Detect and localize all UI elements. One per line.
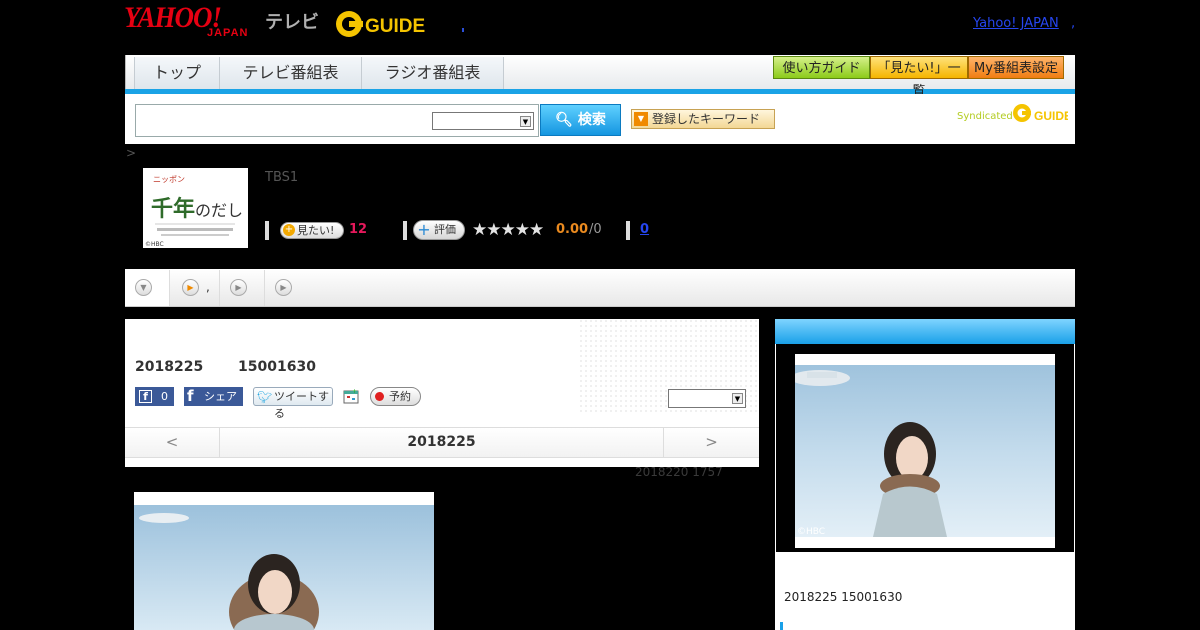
divider (626, 221, 630, 240)
share-label: シェア (204, 390, 237, 403)
svg-text:GUIDE: GUIDE (365, 16, 425, 37)
page: YAHOO! JAPAN テレビ GUIDE Yahoo! JAPAN , トッ… (0, 0, 1200, 630)
sub-tab-4[interactable]: ▶ (265, 270, 310, 306)
svg-text:のだし: のだし (195, 201, 243, 220)
plus-icon: + (417, 220, 431, 239)
record-icon (375, 392, 384, 401)
sub-tab-3[interactable]: ▶ (220, 270, 265, 306)
air-date: 2018225 (135, 359, 204, 375)
divider (265, 221, 269, 240)
gguide-logo[interactable]: GUIDE (335, 8, 431, 40)
saved-keywords-button[interactable]: ▼ 登録したキーワード (631, 109, 775, 129)
rate-label: 評価 (434, 223, 456, 236)
facebook-like-button[interactable]: f 0 (135, 387, 174, 406)
air-time: 15001630 (238, 359, 316, 375)
facebook-icon: f (139, 390, 152, 403)
rating-total: /0 (589, 222, 602, 237)
svg-text:GUIDE: GUIDE (1034, 109, 1068, 123)
updated-timestamp: 2018220 1757 (635, 465, 723, 479)
svg-text:ニッポン: ニッポン (153, 175, 185, 184)
arrow-down-icon: ▼ (634, 112, 648, 126)
tweet-button[interactable]: 🐦︎ ツイートする (253, 387, 333, 420)
mitai-list-button[interactable]: 「見たい!」一覧 (870, 56, 968, 99)
svg-text:©HBC: ©HBC (145, 241, 164, 248)
rating-score: 0.00 (556, 222, 589, 237)
reserve-button[interactable]: 予約 (370, 387, 421, 406)
like-count: 0 (161, 390, 168, 403)
play-icon: ▶ (230, 279, 247, 296)
search-button[interactable]: 🔍︎ 検索 (540, 104, 621, 136)
mitai-count: 12 (349, 222, 368, 237)
tv-logo[interactable]: テレビ (265, 8, 319, 34)
sub-tab-2-label: , (206, 280, 210, 294)
tab-radio-schedule[interactable]: ラジオ番組表 (361, 57, 504, 89)
syndicated-gguide-logo: GUIDE (1013, 104, 1068, 123)
rate-button[interactable]: + 評価 (413, 220, 465, 240)
tab-top[interactable]: トップ (134, 57, 220, 89)
chevron-down-icon: ▼ (732, 393, 743, 404)
facebook-icon: f (187, 387, 194, 405)
side-photo[interactable]: ©HBC (795, 354, 1055, 548)
sub-tab-1[interactable]: ▼ (125, 270, 170, 306)
channel-name: TBS1 (265, 170, 299, 185)
side-accent-bar (780, 622, 783, 630)
program-select[interactable]: ▼ (668, 389, 746, 408)
divider (403, 221, 407, 240)
guide-button[interactable]: 使い方ガイド (773, 56, 870, 79)
twitter-icon: 🐦︎ (257, 390, 273, 404)
svg-text:千年: 千年 (151, 196, 195, 222)
syndicated-label: Syndicated (957, 111, 1013, 122)
breadcrumb: > (126, 146, 137, 160)
sub-tab-2[interactable]: ▶ , (170, 270, 220, 306)
yahoo-logo-sub: JAPAN (207, 27, 249, 39)
tab-tv-schedule[interactable]: テレビ番組表 (219, 57, 362, 89)
play-icon: ▶ (275, 279, 292, 296)
play-icon: ▶ (182, 279, 199, 296)
reserve-label: 予約 (389, 390, 411, 403)
side-date: 2018225 15001630 (784, 590, 903, 604)
prev-date-button[interactable]: < (125, 428, 220, 457)
next-date-button[interactable]: > (663, 428, 759, 457)
search-category-select[interactable]: ▼ (432, 112, 534, 130)
saved-keywords-label: 登録したキーワード (652, 112, 761, 126)
yahoo-japan-link[interactable]: Yahoo! JAPAN (973, 16, 1059, 31)
plus-icon: + (283, 224, 295, 236)
program-thumbnail[interactable]: ニッポン 千年 のだし ©HBC (143, 168, 248, 248)
nav-date: 2018225 (407, 434, 476, 450)
side-photo-copyright: ©HBC (797, 527, 825, 537)
yahoo-japan-separator: , (1071, 16, 1076, 31)
mitai-label: 見たい! (297, 224, 335, 237)
facebook-share-button[interactable]: f シェア (184, 387, 243, 406)
svg-text:+: + (352, 388, 357, 395)
my-schedule-button[interactable]: My番組表設定 (968, 56, 1064, 79)
rating-stars: ★★★★★ (472, 220, 544, 240)
calendar-icon[interactable]: + (343, 388, 359, 404)
side-panel-header (775, 319, 1075, 344)
search-button-label: 検索 (577, 112, 606, 128)
review-count-link[interactable]: 0 (640, 222, 649, 237)
header-dot (462, 28, 464, 32)
chevron-down-icon: ▼ (135, 279, 152, 296)
chevron-down-icon: ▼ (520, 116, 531, 127)
program-photo (134, 492, 434, 630)
mitai-button[interactable]: + 見たい! (280, 222, 344, 239)
search-icon: 🔍︎ (555, 112, 573, 128)
